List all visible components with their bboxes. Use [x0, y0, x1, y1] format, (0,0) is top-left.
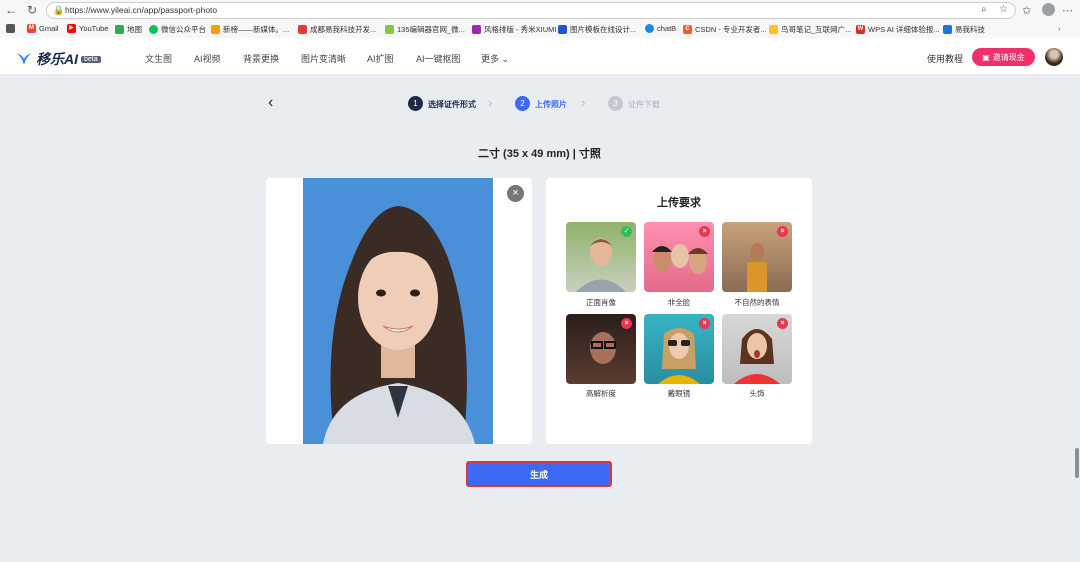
gmail-icon: M — [27, 24, 36, 33]
bird-icon — [769, 25, 778, 34]
step-3-number: 3 — [608, 96, 623, 111]
bookmark-xinbang[interactable]: 新榜——新媒体。... — [211, 24, 289, 35]
favorite-star-icon[interactable]: ☆ — [999, 4, 1008, 15]
nav-ai-video[interactable]: AI视频 — [194, 52, 221, 65]
youtube-icon: ▶ — [67, 24, 76, 33]
step-1-number: 1 — [408, 96, 423, 111]
xinbang-icon — [211, 25, 220, 34]
bookmarks-bar: M Gmail ▶ YouTube 地图 微信公众平台 新榜——新媒体。... 成都… — [0, 21, 1080, 39]
invite-button[interactable]: ▣ 邀请现金 — [972, 48, 1035, 66]
bookmark-template[interactable]: 图片模板在线设计... — [558, 24, 636, 35]
example-label: 戴眼镜 — [667, 389, 691, 398]
example-label: 头饰 — [749, 389, 765, 398]
bookmark-gmail[interactable]: M Gmail — [27, 24, 59, 33]
back-icon[interactable]: ← — [4, 3, 18, 17]
cross-icon: × — [777, 226, 788, 237]
chevron-right-icon: › — [488, 95, 493, 110]
url-text: https://www.yileai.cn/app/passport-photo — [65, 5, 218, 15]
logo-icon — [16, 52, 32, 66]
logo-text: 移乐AI — [36, 51, 78, 67]
shield-icon — [943, 25, 952, 34]
step-1-label[interactable]: 选择证件形式 — [428, 99, 476, 110]
nav-more[interactable]: 更多 ⌄ — [481, 52, 509, 65]
site-logo[interactable]: 移乐AI beta — [16, 49, 101, 69]
bookmark-chatb[interactable]: chatB — [645, 24, 676, 33]
example-label: 高解析度 — [586, 389, 616, 398]
bookmark-wps[interactable]: W WPS AI 详细体验报... — [856, 24, 940, 35]
bookmark-csdn[interactable]: C CSDN - 专业开发者... — [683, 24, 767, 35]
bookmark-135[interactable]: 135编辑器官网_微... — [385, 24, 465, 35]
favorites-icon[interactable]: ✩ — [1022, 4, 1031, 17]
cross-icon: × — [699, 226, 710, 237]
reload-icon[interactable]: ↻ — [25, 3, 39, 17]
lock-icon: 🔒 — [53, 5, 65, 15]
profile-avatar[interactable] — [1042, 3, 1055, 16]
close-icon[interactable]: × — [507, 185, 524, 202]
step-2-number: 2 — [515, 96, 530, 111]
example-label: 不自然的表情 — [734, 298, 780, 307]
bookmark-easeus[interactable]: 易我科技 — [943, 24, 985, 35]
maps-icon — [115, 25, 124, 34]
step-3-label[interactable]: 证件下载 — [628, 99, 660, 110]
menu-icon[interactable]: ⋯ — [1062, 4, 1073, 17]
chevron-down-icon: ⌄ — [501, 54, 510, 64]
chevron-right-icon: › — [581, 95, 586, 110]
example-label: 正面肖像 — [586, 298, 616, 307]
wps-icon: W — [856, 25, 865, 34]
cross-icon: × — [699, 318, 710, 329]
editor-icon — [385, 25, 394, 34]
bookmark-niaoge[interactable]: 鸟哥笔记_互联网广... — [769, 24, 851, 35]
bookmark-youtube[interactable]: ▶ YouTube — [67, 24, 108, 33]
chat-icon — [645, 24, 654, 33]
xiumi-icon — [472, 25, 481, 34]
generate-button[interactable]: 生成 — [466, 461, 612, 487]
zoom-icon[interactable]: ⌕ — [981, 4, 987, 15]
wechat-icon — [149, 25, 158, 34]
bookmark-maps[interactable]: 地图 — [115, 24, 142, 35]
nav-background-change[interactable]: 背景更换 — [243, 52, 279, 65]
cross-icon: × — [621, 318, 632, 329]
beta-badge: beta — [81, 55, 101, 63]
user-avatar[interactable] — [1045, 48, 1063, 66]
step-2-label[interactable]: 上传照片 — [535, 99, 567, 110]
nav-ai-cutout[interactable]: AI一键抠图 — [416, 52, 461, 65]
tutorial-link[interactable]: 使用教程 — [927, 52, 963, 65]
cross-icon: × — [777, 318, 788, 329]
bookmark-tab-icon[interactable] — [6, 24, 18, 33]
scrollbar-thumb[interactable] — [1075, 448, 1079, 478]
nav-image-enhance[interactable]: 图片变清晰 — [301, 52, 346, 65]
check-icon: ✓ — [621, 226, 632, 237]
bookmark-yiwo[interactable]: 成都易我科技开发... — [298, 24, 376, 35]
requirements-title: 上传要求 — [657, 197, 701, 209]
address-bar[interactable]: 🔒 https://www.yileai.cn/app/passport-pho… — [46, 2, 1016, 19]
template-icon — [558, 25, 567, 34]
nav-text-to-image[interactable]: 文生图 — [145, 52, 172, 65]
back-arrow-icon[interactable]: ‹ — [268, 94, 273, 112]
nav-ai-expand[interactable]: AI扩图 — [367, 52, 394, 65]
bookmarks-more-icon[interactable]: › — [1058, 24, 1061, 33]
requirements-card — [546, 178, 812, 444]
page-title: 二寸 (35 x 49 mm) | 寸照 — [478, 148, 601, 160]
example-label: 非全脸 — [667, 298, 691, 307]
uploaded-photo — [303, 178, 493, 444]
gift-icon: ▣ — [982, 52, 990, 62]
bookmark-wechat[interactable]: 微信公众平台 — [149, 24, 206, 35]
csdn-icon: C — [683, 25, 692, 34]
yiwo-icon — [298, 25, 307, 34]
bookmark-xiumi[interactable]: 风格排版 - 秀米XIUMI — [472, 24, 557, 35]
